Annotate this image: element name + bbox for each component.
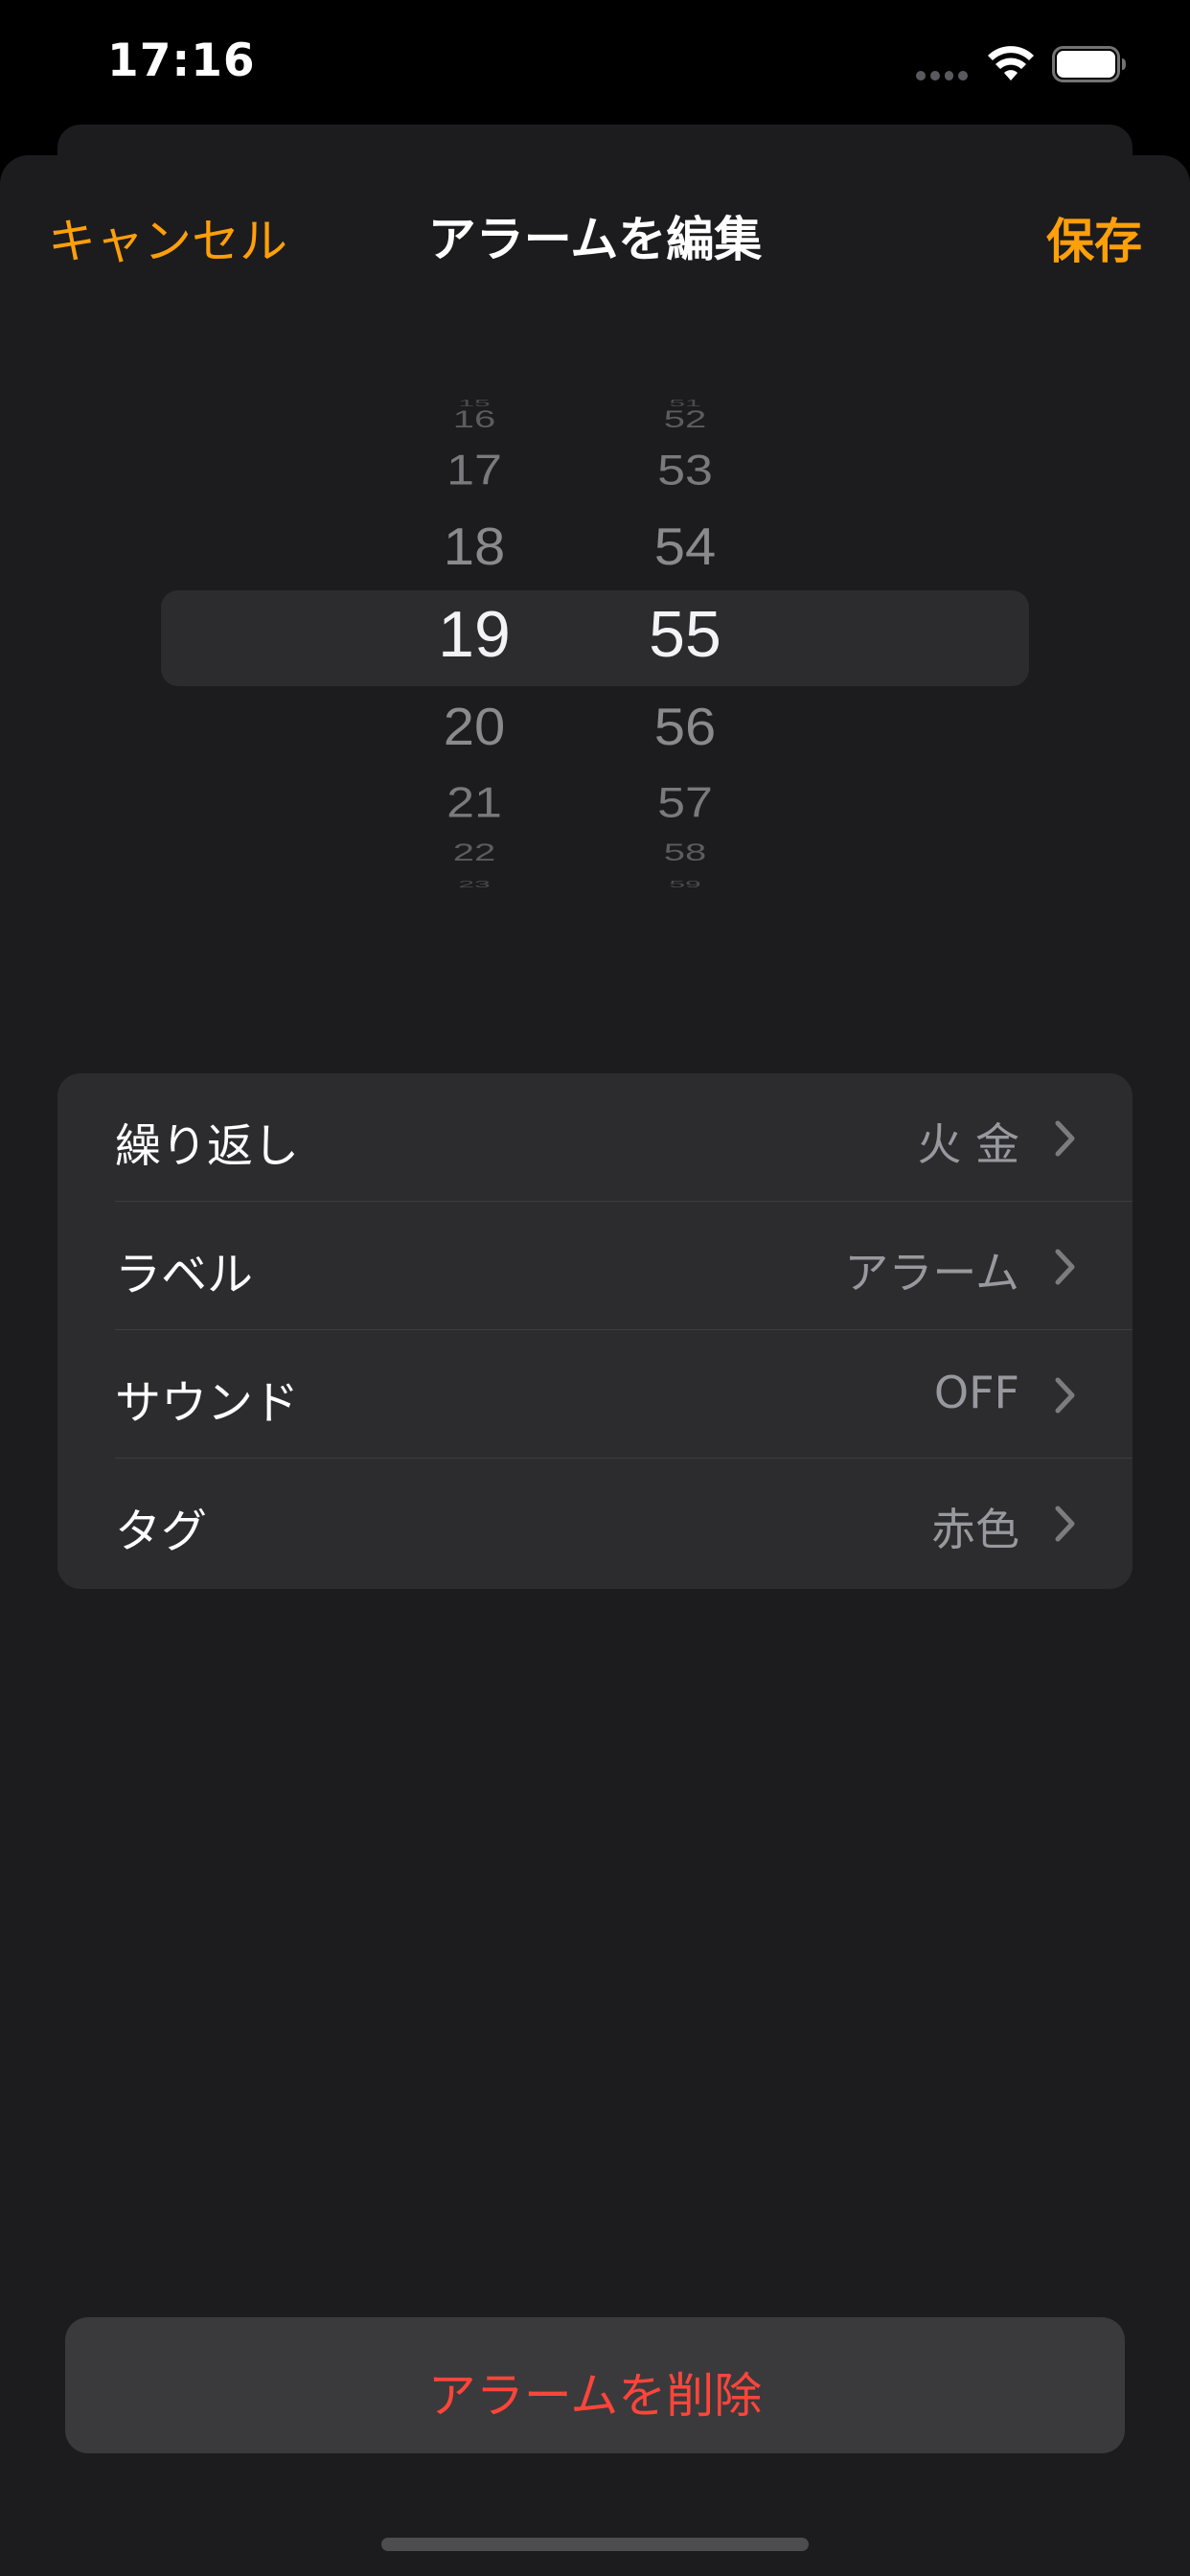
minute-option[interactable]: 59 xyxy=(608,879,762,890)
label-value: アラーム xyxy=(844,1247,1019,1299)
alarm-settings-list: 繰り返し 火 金 ラベル アラーム サウンド OFF タグ 赤色 xyxy=(57,1073,1133,1589)
hour-option[interactable]: 21 xyxy=(398,779,551,828)
status-time: 17:16 xyxy=(107,34,256,87)
signal-dots-icon xyxy=(916,71,968,80)
hour-option[interactable]: 17 xyxy=(398,447,551,495)
sound-row[interactable]: サウンド OFF xyxy=(57,1330,1133,1459)
selected-hour[interactable]: 19 xyxy=(398,597,551,672)
minute-option[interactable]: 54 xyxy=(608,517,762,578)
chevron-right-icon xyxy=(1055,1120,1075,1157)
repeat-row[interactable]: 繰り返し 火 金 xyxy=(57,1073,1133,1202)
hour-option[interactable]: 23 xyxy=(398,879,551,890)
tag-value: 赤色 xyxy=(931,1504,1019,1555)
repeat-label: 繰り返し xyxy=(115,1119,300,1173)
tag-row[interactable]: タグ 赤色 xyxy=(57,1459,1133,1587)
minute-option[interactable]: 57 xyxy=(608,779,762,828)
minute-option[interactable]: 53 xyxy=(608,447,762,495)
chevron-right-icon xyxy=(1055,1506,1075,1542)
label-label: ラベル xyxy=(115,1248,254,1301)
page-title: アラームを編集 xyxy=(427,212,763,267)
hour-wheel[interactable]: 15 16 17 18 19 20 21 22 23 xyxy=(398,364,551,901)
hour-option[interactable]: 18 xyxy=(398,517,551,578)
hour-option[interactable]: 20 xyxy=(398,697,551,758)
minute-option[interactable]: 56 xyxy=(608,697,762,758)
battery-icon xyxy=(1052,46,1126,82)
minute-wheel[interactable]: 51 52 53 54 55 56 57 58 59 xyxy=(608,364,762,901)
wifi-icon xyxy=(988,46,1034,80)
delete-alarm-button[interactable]: アラームを削除 xyxy=(65,2317,1125,2453)
time-picker: 15 16 17 18 19 20 21 22 23 51 52 53 54 5… xyxy=(0,364,1190,901)
home-indicator[interactable] xyxy=(381,2538,809,2551)
delete-alarm-label: アラームを削除 xyxy=(427,2368,763,2424)
hour-option[interactable]: 16 xyxy=(398,407,551,434)
tag-label: タグ xyxy=(115,1505,208,1558)
selected-minute[interactable]: 55 xyxy=(608,597,762,672)
sound-value: OFF xyxy=(933,1367,1019,1418)
minute-option[interactable]: 52 xyxy=(608,407,762,434)
picker-selection-highlight xyxy=(161,590,1029,686)
save-button[interactable]: 保存 xyxy=(1046,203,1142,272)
minute-option[interactable]: 58 xyxy=(608,840,762,867)
chevron-right-icon xyxy=(1055,1377,1075,1414)
sound-label: サウンド xyxy=(115,1376,300,1430)
hour-option[interactable]: 22 xyxy=(398,840,551,867)
status-bar: 17:16 xyxy=(0,0,1190,125)
repeat-value: 火 金 xyxy=(917,1118,1019,1170)
chevron-right-icon xyxy=(1055,1249,1075,1285)
label-row[interactable]: ラベル アラーム xyxy=(57,1202,1133,1330)
